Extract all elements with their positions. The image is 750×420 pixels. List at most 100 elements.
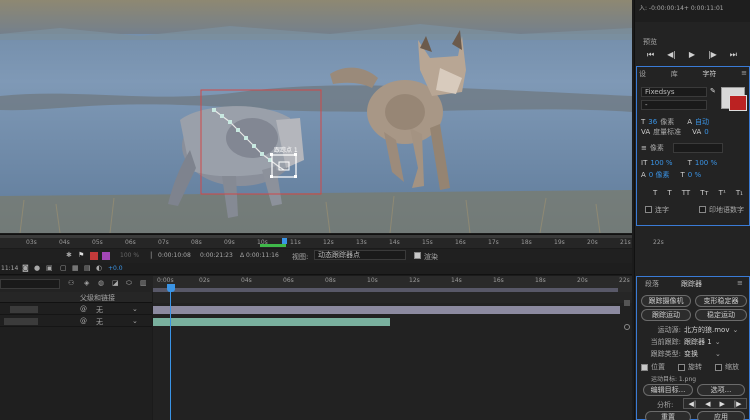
- stroke-color-swatch[interactable]: [729, 95, 747, 111]
- playhead-handle[interactable]: [167, 284, 175, 292]
- next-frame-icon[interactable]: |▶: [708, 50, 717, 60]
- in-time[interactable]: 0:00:10:08: [158, 252, 191, 259]
- chevron-down-icon[interactable]: ⌄: [715, 338, 721, 346]
- font-style-select[interactable]: -: [641, 100, 707, 110]
- track-type-select[interactable]: 变换: [684, 349, 698, 359]
- pickwhip-icon[interactable]: @: [80, 305, 87, 313]
- layer-bar-video[interactable]: [153, 318, 390, 326]
- tracker-menu-icon[interactable]: ≡: [737, 279, 743, 287]
- last-frame-icon[interactable]: ⏭: [730, 50, 737, 60]
- mask-color-icon[interactable]: [102, 252, 110, 260]
- exposure-value[interactable]: +0.0: [108, 265, 123, 272]
- render-checkbox[interactable]: [414, 252, 421, 259]
- font-family-select[interactable]: Fixedsys: [641, 87, 707, 97]
- transparency-icon[interactable]: ▤: [84, 264, 91, 272]
- panel-menu-icon[interactable]: ≡: [741, 69, 747, 79]
- vertical-scale-value[interactable]: 100 %: [650, 159, 672, 167]
- comp-flow-icon[interactable]: ⬭: [126, 279, 132, 288]
- analyze-backward-icon[interactable]: ◀: [705, 400, 710, 408]
- tab-paragraph[interactable]: 段落: [645, 279, 659, 289]
- stabilize-motion-button[interactable]: 稳定运动: [695, 309, 747, 321]
- scale-checkbox[interactable]: [715, 363, 722, 371]
- pickwhip-icon[interactable]: @: [80, 317, 87, 325]
- flowchart-icon[interactable]: ⚑: [78, 251, 84, 259]
- view-select[interactable]: 动态跟踪器点: [314, 250, 406, 260]
- color-wheel-icon[interactable]: ●: [34, 264, 40, 272]
- layer-switches[interactable]: [10, 306, 38, 313]
- play-icon[interactable]: ▶: [689, 50, 695, 60]
- chevron-down-icon[interactable]: ⌄: [132, 305, 138, 313]
- comp-marker-icon[interactable]: [624, 324, 630, 330]
- timeline-track-area[interactable]: [153, 292, 632, 420]
- horizontal-scale-value[interactable]: 100 %: [695, 159, 717, 167]
- ligatures-checkbox[interactable]: [645, 206, 652, 213]
- frame-blend-icon[interactable]: ◈: [84, 279, 89, 287]
- camera-icon[interactable]: ◙: [22, 264, 29, 272]
- stroke-style-select[interactable]: [672, 143, 723, 153]
- rotation-checkbox[interactable]: [678, 363, 685, 371]
- analyze-forward-one-icon[interactable]: |▶: [734, 400, 742, 408]
- stroke-width-unit[interactable]: 像素: [650, 143, 664, 153]
- composition-viewer[interactable]: 跟踪点 1: [0, 0, 632, 233]
- small-caps-icon[interactable]: Tт: [700, 189, 708, 197]
- hindi-digits-checkbox[interactable]: [699, 206, 706, 213]
- motion-blur-icon[interactable]: ◍: [98, 279, 104, 287]
- snapshot-icon[interactable]: ▣: [46, 264, 53, 272]
- warp-stabilizer-button[interactable]: 变形稳定器: [695, 295, 747, 307]
- layer-row[interactable]: @ 无 ⌄: [0, 316, 152, 327]
- tab-library[interactable]: 库: [671, 69, 678, 79]
- subscript-icon[interactable]: T₁: [736, 189, 743, 197]
- tab-tracker[interactable]: 跟踪器: [681, 279, 702, 289]
- playhead-marker[interactable]: [282, 238, 287, 244]
- layer-switches[interactable]: [4, 318, 38, 325]
- all-caps-icon[interactable]: TT: [682, 189, 690, 197]
- work-area-bar[interactable]: [0, 235, 632, 238]
- parent-select[interactable]: 无: [96, 305, 103, 315]
- analyze-back-one-icon[interactable]: ◀|: [688, 400, 696, 408]
- layer-bar-image[interactable]: [153, 306, 620, 314]
- analyze-forward-icon[interactable]: ▶: [719, 400, 724, 408]
- position-checkbox[interactable]: [641, 363, 648, 371]
- viewer-time-ruler[interactable]: 03s 04s 05s 06s 07s 08s 09s 10s 11s 12s 13s 14s 15s 1…: [0, 234, 664, 248]
- reset-button[interactable]: 重置: [645, 411, 691, 420]
- layer-row[interactable]: @ 无 ⌄: [0, 304, 152, 315]
- tracking-value[interactable]: 0: [704, 128, 708, 136]
- options-button[interactable]: 选项...: [697, 384, 745, 396]
- preview-panel: 预览 ⏮ ◀| ▶ |▶ ⏭: [635, 34, 750, 64]
- leading-value[interactable]: 自动: [695, 117, 709, 127]
- chevron-down-icon[interactable]: ⌄: [732, 326, 738, 334]
- current-track-select[interactable]: 跟踪器 1: [684, 337, 712, 347]
- timeline-search[interactable]: [0, 279, 60, 289]
- track-camera-button[interactable]: 跟踪摄像机: [641, 295, 691, 307]
- edit-target-button[interactable]: 编辑目标...: [643, 384, 693, 396]
- color-channel-icon[interactable]: [90, 252, 98, 260]
- chevron-down-icon[interactable]: ⌄: [715, 350, 721, 358]
- motion-source-select[interactable]: 北方的狼.mov: [684, 325, 729, 335]
- track-motion-button[interactable]: 跟踪运动: [641, 309, 691, 321]
- first-frame-icon[interactable]: ⏮: [647, 50, 654, 60]
- eyedropper-icon[interactable]: ✎: [710, 87, 716, 95]
- baseline-shift-value[interactable]: 0 像素: [649, 170, 670, 180]
- superscript-icon[interactable]: T¹: [719, 189, 726, 197]
- prev-frame-icon[interactable]: ◀|: [667, 50, 676, 60]
- region-icon[interactable]: ▢: [60, 264, 67, 272]
- out-time[interactable]: 0:00:21:23: [200, 252, 233, 259]
- font-size-value[interactable]: 36: [648, 118, 657, 126]
- parent-select[interactable]: 无: [96, 317, 103, 327]
- kerning-value[interactable]: 度量标准: [653, 127, 681, 137]
- tsume-value[interactable]: 0 %: [688, 171, 701, 179]
- faux-italic-icon[interactable]: T: [667, 189, 671, 197]
- shy-icon[interactable]: ⚇: [68, 279, 74, 287]
- tab-effects[interactable]: 设: [639, 69, 646, 79]
- graph-editor-icon[interactable]: ◪: [112, 279, 119, 287]
- zoom-value[interactable]: 100 %: [120, 252, 139, 259]
- faux-bold-icon[interactable]: T: [653, 189, 657, 197]
- exposure-icon[interactable]: ◐: [96, 264, 102, 272]
- render-time-icon[interactable]: ▥: [140, 279, 147, 287]
- always-preview-icon[interactable]: ✱: [66, 251, 72, 259]
- grid-icon[interactable]: ▦: [72, 264, 79, 272]
- current-time-short[interactable]: 11:14: [1, 265, 18, 272]
- apply-button[interactable]: 应用: [697, 411, 745, 420]
- tab-character[interactable]: 字符: [702, 69, 716, 79]
- chevron-down-icon[interactable]: ⌄: [132, 317, 138, 325]
